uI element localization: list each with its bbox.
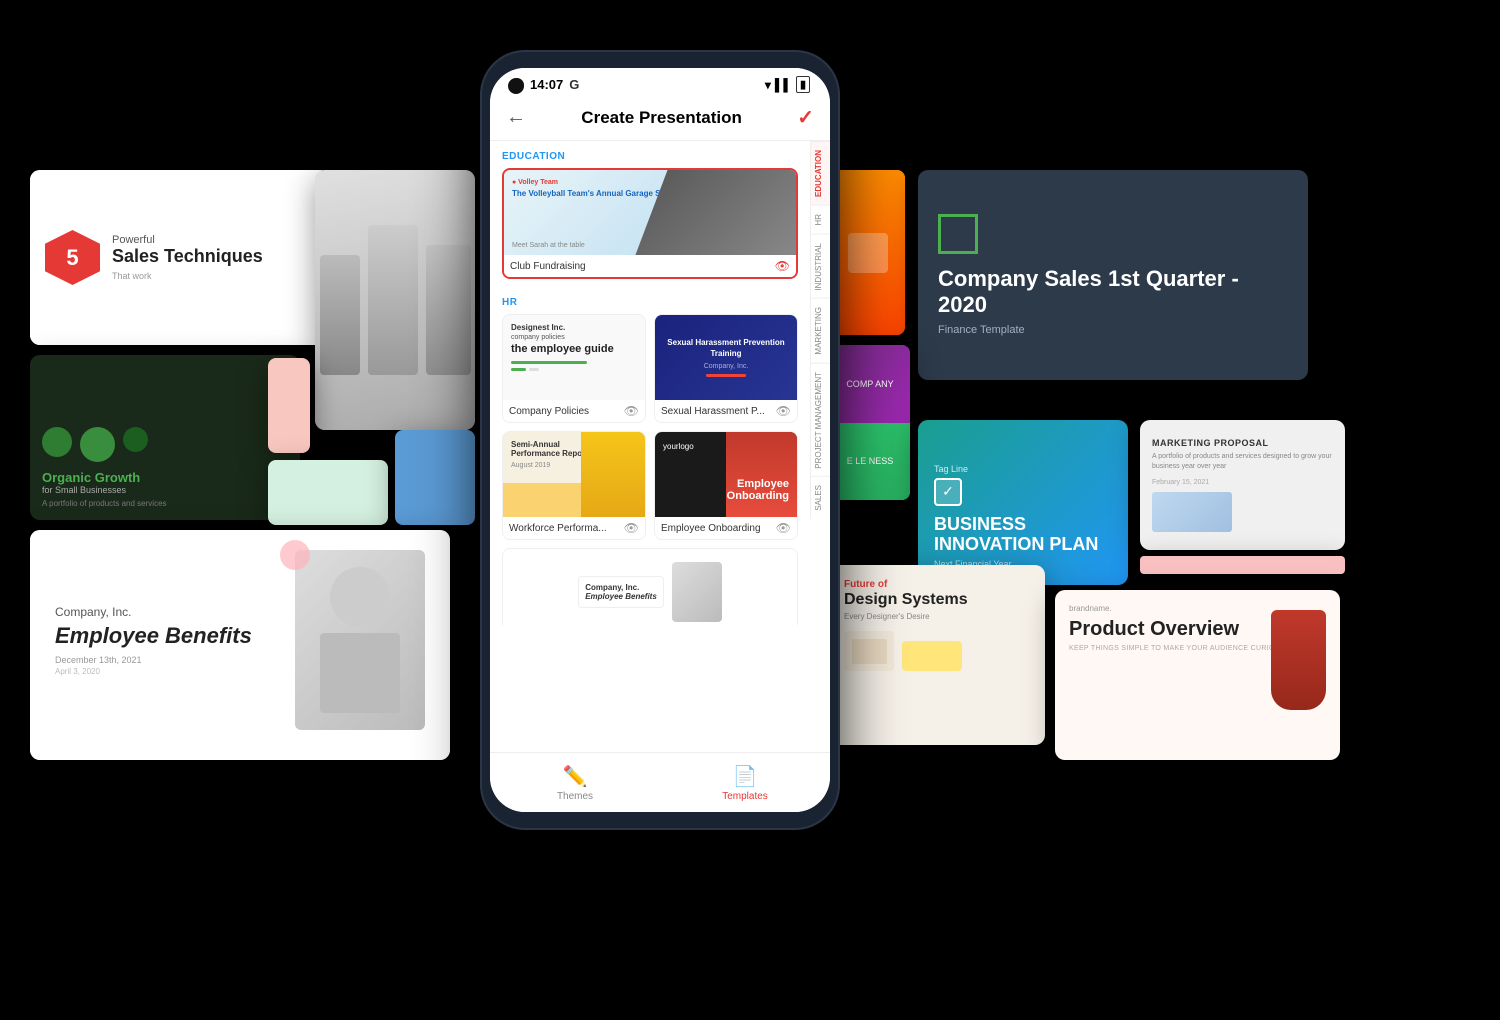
hr-section-label: HR	[490, 287, 830, 314]
company-sales-card: Company Sales 1st Quarter - 2020 Finance…	[918, 170, 1308, 380]
app-title: Create Presentation	[581, 108, 742, 128]
bi-tagline: Tag Line	[934, 464, 1112, 474]
wf-thumb: Semi-AnnualPerformance Report August 201…	[503, 432, 645, 517]
purple-green-strip: COMP ANY E LE NESS	[830, 345, 910, 500]
wf-name: Workforce Performa...	[509, 523, 607, 534]
google-icon: G	[569, 77, 579, 92]
blue-rect-decoration	[395, 430, 475, 525]
design-systems-sub: Every Designer's Desire	[844, 612, 1031, 621]
hrb-thumb: Company, Inc.Employee Benefits	[503, 549, 797, 625]
cf-name: Club Fundraising	[510, 261, 586, 272]
company-policies-template[interactable]: Designest Inc. company policies the empl…	[502, 314, 646, 423]
organic-growth-card: Organic Growth for Small Businesses A po…	[30, 355, 300, 520]
phone-device: 14:07 G ▾ ▌▌ ▮ ← Create Presentation ✓	[480, 50, 840, 830]
education-section-label: EDUCATION	[490, 141, 830, 168]
business-innovation-card: Tag Line ✓ BUSINESS INNOVATION PLAN Next…	[918, 420, 1128, 585]
templates-icon: 📄	[733, 764, 758, 789]
company-name: Company, Inc.	[55, 605, 252, 619]
sh-eye-icon[interactable]: 👁	[776, 404, 791, 418]
sales-main-title: Sales Techniques	[112, 246, 263, 267]
employee-benefits-title: Employee Benefits	[55, 623, 252, 649]
hex-number: 5	[45, 230, 100, 285]
design-systems-card: Future of Design Systems Every Designer'…	[830, 565, 1045, 745]
eo-logo-text: yourlogo	[663, 442, 694, 451]
club-fundraising-template[interactable]: ● Volley Team The Volleyball Team's Annu…	[502, 168, 798, 279]
company-sales-sub: Finance Template	[938, 324, 1288, 336]
tab-industrial[interactable]: INDUSTRIAL	[811, 234, 830, 299]
business-innovation-title: BUSINESS INNOVATION PLAN	[934, 514, 1112, 555]
hr-benefits-template[interactable]: Company, Inc.Employee Benefits HR Benefi…	[502, 548, 798, 625]
workforce-template[interactable]: Semi-AnnualPerformance Report August 201…	[502, 431, 646, 540]
templates-scroll[interactable]: EDUCATION ● Volley Team The Volleyball T…	[490, 141, 830, 625]
tab-hr[interactable]: HR	[811, 205, 830, 234]
status-time: 14:07	[530, 77, 563, 92]
pink-bar-decoration	[1140, 556, 1345, 574]
wf-eye-icon[interactable]: 👁	[624, 521, 639, 535]
sales-techniques-card: 5 Powerful Sales Techniques That work	[30, 170, 330, 345]
sales-subtitle: Powerful	[112, 234, 263, 246]
eo-title-text: EmployeeOnboarding	[727, 478, 789, 502]
nav-templates[interactable]: 📄 Templates	[660, 764, 830, 802]
nav-themes[interactable]: ✏️ Themes	[490, 764, 660, 802]
organic-title: Organic Growth	[42, 470, 288, 485]
sexual-harassment-template[interactable]: Sexual Harassment Prevention Training Co…	[654, 314, 798, 423]
app-header: ← Create Presentation ✓	[490, 97, 830, 141]
employee-benefits-card: Company, Inc. Employee Benefits December…	[30, 530, 450, 760]
eo-thumb: yourlogo EmployeeOnboarding	[655, 432, 797, 517]
phone-outer-shell: 14:07 G ▾ ▌▌ ▮ ← Create Presentation ✓	[480, 50, 840, 830]
themes-icon: ✏️	[563, 764, 588, 789]
templates-label: Templates	[722, 791, 768, 802]
employee-onboarding-template[interactable]: yourlogo EmployeeOnboarding Employee Onb…	[654, 431, 798, 540]
product-overview-card: brandname. Product Overview KEEP THINGS …	[1055, 590, 1340, 760]
cp-thumb: Designest Inc. company policies the empl…	[503, 315, 645, 400]
bottom-nav: ✏️ Themes 📄 Templates	[490, 752, 830, 812]
check-button[interactable]: ✓	[797, 105, 814, 130]
organic-sub: for Small Businesses	[42, 485, 288, 495]
battery-icon: ▮	[796, 76, 810, 93]
club-fundraising-thumb: ● Volley Team The Volleyball Team's Annu…	[504, 170, 796, 255]
tab-marketing[interactable]: MARKETING	[811, 298, 830, 363]
phone-camera	[508, 78, 524, 94]
cf-eye-icon[interactable]: 👁	[775, 259, 790, 273]
sh-thumb: Sexual Harassment Prevention Training Co…	[655, 315, 797, 400]
future-design-label: Future of	[844, 579, 1031, 590]
marketing-proposal-card: MARKETING PROPOSAL A portfolio of produc…	[1140, 420, 1345, 550]
sh-name: Sexual Harassment P...	[661, 406, 765, 417]
cp-name: Company Policies	[509, 406, 589, 417]
status-icons-group: ▾ ▌▌ ▮	[765, 76, 810, 93]
team-photo-card	[315, 170, 475, 430]
tab-project-management[interactable]: PROJECT MANAGEMENT	[811, 363, 830, 477]
side-tabs-panel: EDUCATION HR INDUSTRIAL MARKETING PROJEC…	[810, 141, 830, 519]
hr-templates-grid: Designest Inc. company policies the empl…	[490, 314, 810, 548]
design-systems-title: Design Systems	[844, 590, 1031, 609]
signal-icon: ▌▌	[775, 78, 792, 92]
themes-label: Themes	[557, 791, 593, 802]
eo-eye-icon[interactable]: 👁	[776, 521, 791, 535]
status-bar: 14:07 G ▾ ▌▌ ▮	[490, 68, 830, 97]
company-sales-title: Company Sales 1st Quarter - 2020	[938, 266, 1288, 319]
phone-screen: 14:07 G ▾ ▌▌ ▮ ← Create Presentation ✓	[490, 68, 830, 812]
wifi-icon: ▾	[765, 78, 771, 92]
back-button[interactable]: ←	[506, 106, 526, 129]
sales-tagline: That work	[112, 271, 263, 281]
cp-eye-icon[interactable]: 👁	[624, 404, 639, 418]
eb-date: December 13th, 2021	[55, 655, 252, 665]
green-rect-logo	[938, 214, 978, 254]
eo-name: Employee Onboarding	[661, 523, 761, 534]
pink-rect-decoration	[268, 358, 310, 453]
orange-strip-card	[830, 170, 905, 335]
green-rect-decoration	[268, 460, 388, 525]
tab-sales[interactable]: SALES	[811, 476, 830, 519]
marketing-proposal-title: MARKETING PROPOSAL	[1152, 438, 1333, 448]
tab-education[interactable]: EDUCATION	[811, 141, 830, 205]
